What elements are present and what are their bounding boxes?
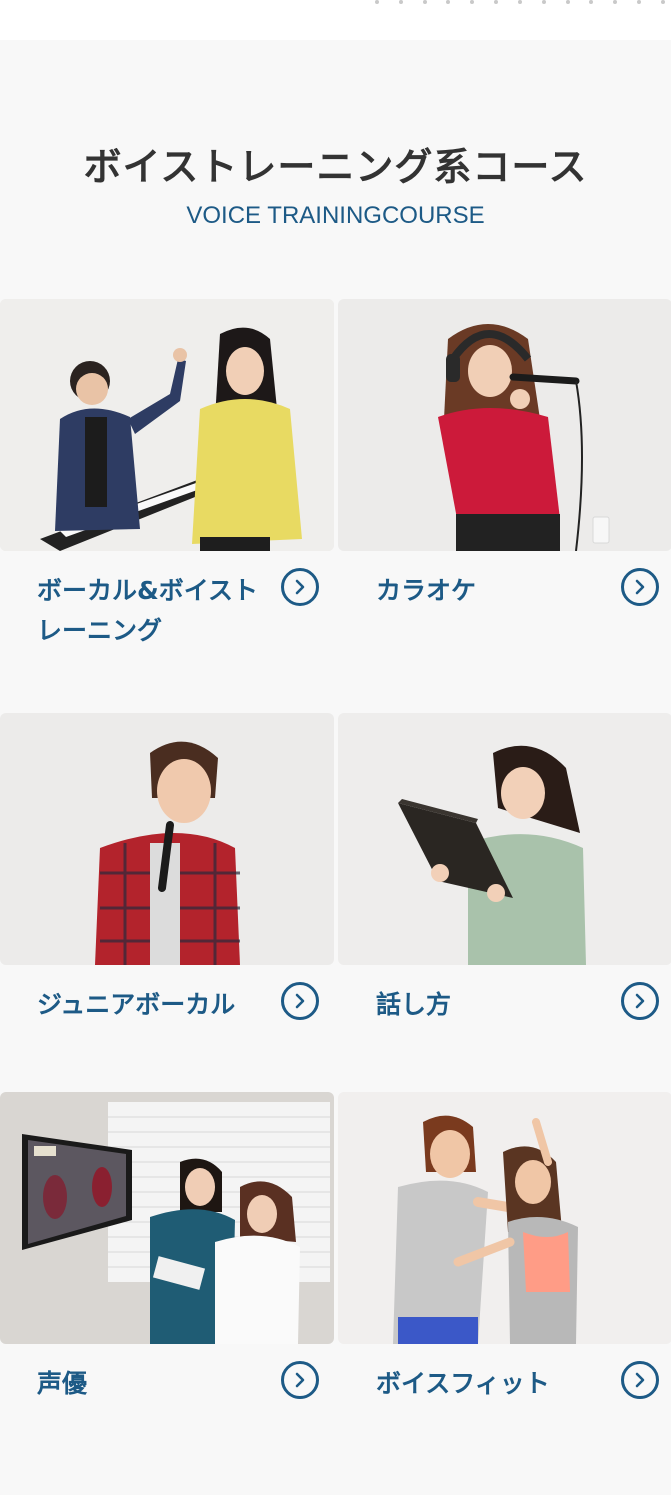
course-card-speaking[interactable]: 話し方 [338, 713, 671, 1020]
course-card-vocal-voice-training[interactable]: ボーカル&ボイストレーニング [0, 299, 334, 645]
course-card-voice-fit[interactable]: ボイスフィット [338, 1092, 671, 1399]
chevron-right-circle-icon[interactable] [281, 982, 319, 1020]
karaoke-singer-photo [338, 299, 671, 551]
course-card-junior-vocal[interactable]: ジュニアボーカル [0, 713, 334, 1020]
speaking-reading-photo [338, 713, 671, 965]
course-card-karaoke[interactable]: カラオケ [338, 299, 671, 606]
top-header-strip [0, 0, 671, 40]
course-label[interactable]: 声優 [37, 1364, 262, 1404]
vocal-piano-lesson-photo [0, 299, 334, 551]
junior-singer-photo [0, 713, 334, 965]
course-label[interactable]: 話し方 [376, 985, 601, 1025]
chevron-right-circle-icon[interactable] [621, 982, 659, 1020]
chevron-right-circle-icon[interactable] [621, 1361, 659, 1399]
voice-fit-exercise-photo [338, 1092, 671, 1344]
dotted-divider [375, 0, 665, 4]
section-title: ボイストレーニング系コース [83, 145, 588, 189]
section-subtitle: VOICE TRAININGCOURSE [186, 202, 485, 229]
chevron-right-circle-icon[interactable] [621, 568, 659, 606]
voice-actor-anime-screen-photo [0, 1092, 334, 1344]
course-label[interactable]: ボイスフィット [376, 1364, 601, 1404]
course-label[interactable]: カラオケ [376, 571, 601, 611]
course-label[interactable]: ジュニアボーカル [37, 985, 262, 1025]
chevron-right-circle-icon[interactable] [281, 1361, 319, 1399]
course-card-voice-actor[interactable]: 声優 [0, 1092, 334, 1399]
course-label[interactable]: ボーカル&ボイストレーニング [37, 571, 262, 651]
chevron-right-circle-icon[interactable] [281, 568, 319, 606]
